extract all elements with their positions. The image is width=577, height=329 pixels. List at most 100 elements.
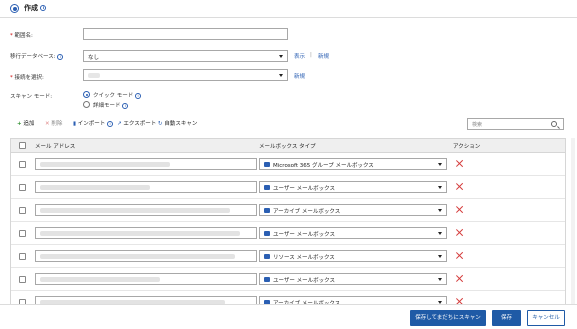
mailbox-type-select[interactable]: Microsoft 365 グループ メールボックス xyxy=(259,158,447,170)
save-button[interactable]: 保存 xyxy=(492,310,521,326)
new-connection-link[interactable]: 新規 xyxy=(294,72,305,80)
connection-label: * 接続を選択: xyxy=(10,73,44,81)
page-title: 作成 i xyxy=(24,3,47,13)
link-separator: | xyxy=(310,52,312,58)
email-value-blurred xyxy=(40,231,240,236)
delete-row-icon[interactable] xyxy=(456,160,463,167)
target-db-label: 移行データベース: i xyxy=(10,52,64,60)
info-icon[interactable]: i xyxy=(122,102,129,109)
info-icon[interactable]: i xyxy=(135,92,141,99)
connection-select[interactable] xyxy=(83,69,288,81)
chevron-down-icon xyxy=(438,255,442,258)
email-field[interactable] xyxy=(35,250,257,262)
mailbox-type-select[interactable]: ユーザー メールボックス xyxy=(259,273,447,285)
quick-mode-label: クイック モード i xyxy=(93,91,141,99)
mailbox-type-value: リソース メールボックス xyxy=(273,255,335,261)
add-label: 追加 xyxy=(23,121,35,127)
delete-row-icon[interactable] xyxy=(456,229,463,236)
mailbox-type-select[interactable]: ユーザー メールボックス xyxy=(259,227,447,239)
row-checkbox[interactable] xyxy=(19,207,26,214)
mailbox-type-value: ユーザー メールボックス xyxy=(273,232,335,238)
connection-label-text: 接続を選択: xyxy=(14,75,44,81)
chevron-down-icon xyxy=(279,55,283,58)
detailed-mode-text: 詳細モード xyxy=(93,103,121,109)
quick-mode-text: クイック モード xyxy=(93,93,134,99)
target-db-label-text: 移行データベース: xyxy=(10,54,56,60)
refresh-icon: ↻ xyxy=(158,121,163,127)
mailbox-type-select[interactable]: リソース メールボックス xyxy=(259,250,447,262)
scope-label: * 範囲名: xyxy=(10,31,33,39)
email-field[interactable] xyxy=(35,227,257,239)
email-value-blurred xyxy=(40,208,230,213)
vertical-scrollbar[interactable] xyxy=(571,138,575,304)
search-input[interactable]: 検索 xyxy=(467,118,564,130)
import-icon: ▮ xyxy=(73,121,77,127)
target-db-value: なし xyxy=(88,55,100,61)
column-mailbox-type[interactable]: メールボックス タイプ xyxy=(259,142,316,150)
row-checkbox[interactable] xyxy=(19,184,26,191)
group-mailbox-icon xyxy=(264,162,270,167)
back-circle-icon[interactable] xyxy=(10,4,19,13)
row-checkbox[interactable] xyxy=(19,253,26,260)
delete-button[interactable]: ✕ 削除 xyxy=(45,119,62,127)
plus-icon: + xyxy=(17,121,22,127)
mailbox-type-select[interactable]: ユーザー メールボックス xyxy=(259,181,447,193)
scan-mode-label: スキャン モード: xyxy=(10,94,53,100)
row-checkbox[interactable] xyxy=(19,230,26,237)
import-button[interactable]: ▮ インポート i xyxy=(73,119,114,127)
import-label: インポート xyxy=(77,121,106,127)
user-mailbox-icon xyxy=(264,185,270,190)
row-checkbox[interactable] xyxy=(19,276,26,283)
user-mailbox-icon xyxy=(264,277,270,282)
chevron-down-icon xyxy=(438,278,442,281)
row-checkbox[interactable] xyxy=(19,161,26,168)
page-header xyxy=(0,0,577,18)
table-row: ユーザー メールボックス xyxy=(11,176,565,199)
delete-row-icon[interactable] xyxy=(456,206,463,213)
autoscan-label: 自動スキャン xyxy=(164,121,198,127)
mailbox-table: メール アドレス メールボックス タイプ アクション Microsoft 365… xyxy=(10,138,566,328)
select-all-checkbox[interactable] xyxy=(19,142,26,149)
export-icon: ↗ xyxy=(117,121,122,127)
scope-name-input[interactable] xyxy=(83,28,288,40)
search-icon xyxy=(551,121,557,127)
info-icon[interactable]: i xyxy=(57,53,64,60)
column-email[interactable]: メール アドレス xyxy=(35,142,75,150)
email-value-blurred xyxy=(40,185,150,190)
mailbox-type-value: ユーザー メールボックス xyxy=(273,186,335,192)
table-row: リソース メールボックス xyxy=(11,245,565,268)
save-and-scan-button[interactable]: 保存してまだちにスキャン xyxy=(410,310,486,326)
archive-mailbox-icon xyxy=(264,208,270,213)
mailbox-type-value: アーカイブ メールボックス xyxy=(273,209,341,215)
email-field[interactable] xyxy=(35,273,257,285)
delete-row-icon[interactable] xyxy=(456,252,463,259)
email-value-blurred xyxy=(40,254,235,259)
quick-mode-radio[interactable] xyxy=(83,91,90,98)
info-icon[interactable]: i xyxy=(107,120,114,127)
autoscan-button[interactable]: ↻ 自動スキャン xyxy=(158,119,197,127)
table-row: ユーザー メールボックス xyxy=(11,222,565,245)
export-button[interactable]: ↗ エクスポート xyxy=(117,119,156,127)
target-db-select[interactable]: なし xyxy=(83,50,288,62)
new-db-link[interactable]: 新規 xyxy=(318,52,329,60)
chevron-down-icon xyxy=(438,163,442,166)
show-link[interactable]: 表示 xyxy=(294,52,305,60)
delete-row-icon[interactable] xyxy=(456,183,463,190)
table-header: メール アドレス メールボックス タイプ アクション xyxy=(11,139,565,153)
detailed-mode-radio[interactable] xyxy=(83,101,90,108)
connection-value-blurred xyxy=(88,73,100,78)
resource-mailbox-icon xyxy=(264,254,270,259)
info-icon[interactable]: i xyxy=(40,5,47,11)
mailbox-type-value: ユーザー メールボックス xyxy=(273,278,335,284)
add-button[interactable]: + 追加 xyxy=(17,119,34,127)
email-field[interactable] xyxy=(35,181,257,193)
mailbox-type-select[interactable]: アーカイブ メールボックス xyxy=(259,204,447,216)
table-row: ユーザー メールボックス xyxy=(11,268,565,291)
cancel-button[interactable]: キャンセル xyxy=(527,310,565,326)
delete-row-icon[interactable] xyxy=(456,275,463,282)
email-field[interactable] xyxy=(35,204,257,216)
chevron-down-icon xyxy=(279,74,283,77)
mailbox-type-value: Microsoft 365 グループ メールボックス xyxy=(273,163,374,169)
email-field[interactable] xyxy=(35,158,257,170)
detailed-mode-label: 詳細モード i xyxy=(93,101,129,109)
